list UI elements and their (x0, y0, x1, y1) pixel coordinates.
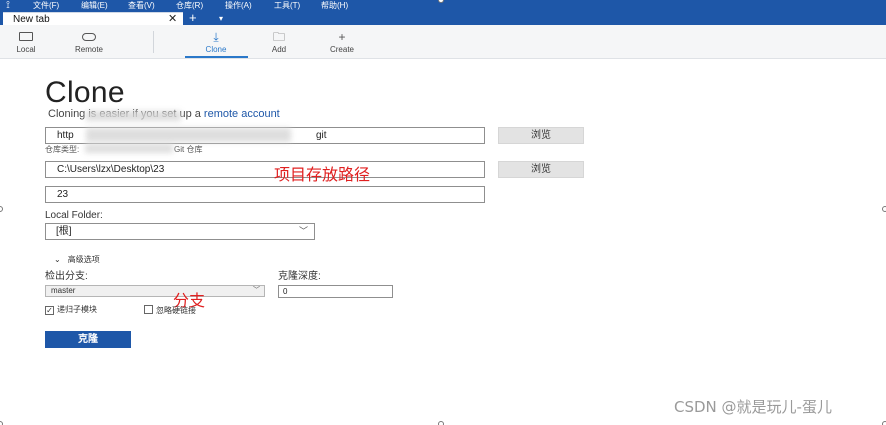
menu-actions[interactable]: 操作(A) (225, 0, 252, 12)
toolbar-create-button[interactable]: + Create (318, 30, 366, 58)
chevron-down-icon: ﹀ (253, 287, 260, 294)
browse-path-button[interactable]: 浏览 (498, 161, 584, 178)
resize-handle-bottom-left[interactable] (0, 421, 3, 425)
cloud-icon (65, 30, 113, 44)
recurse-submodules-label: 递归子模块 (57, 305, 97, 314)
close-icon[interactable]: ✕ (168, 13, 177, 25)
download-icon: ⤓ (213, 30, 219, 44)
skip-hardlinks-label: 忽略硬链接 (156, 306, 196, 315)
watermark: CSDN @就是玩儿-蛋儿 (674, 398, 832, 416)
recurse-submodules-checkbox[interactable]: ✓ 递归子模块 (45, 305, 97, 315)
toolbar-separator (153, 31, 154, 53)
resize-handle-bottom[interactable] (438, 421, 444, 425)
resize-handle-right[interactable] (882, 206, 886, 212)
destination-path-input[interactable]: C:\Users\lzx\Desktop\23 (45, 161, 485, 178)
branch-select[interactable]: master ﹀ (45, 285, 265, 297)
menu-edit[interactable]: 编辑(E) (81, 0, 108, 12)
toolbar-remote-label: Remote (74, 45, 103, 54)
chevron-down-icon[interactable]: ▾ (219, 12, 223, 25)
clone-depth-label: 克隆深度: (278, 271, 321, 282)
path-annotation: 项目存放路径 (274, 165, 371, 184)
advanced-options-toggle[interactable]: ⌄ 高级选项 (54, 255, 100, 265)
toolbar-add-button[interactable]: 🗀 Add (255, 30, 303, 58)
clone-depth-input[interactable]: 0 (278, 285, 393, 298)
tab-new[interactable]: New tab ✕ (3, 12, 183, 25)
advanced-options-label: 高级选项 (67, 255, 100, 264)
checkbox-checked-icon: ✓ (45, 306, 54, 315)
add-tab-icon[interactable]: + (189, 11, 197, 24)
menu-help[interactable]: 帮助(H) (321, 0, 348, 12)
toolbar-local-button[interactable]: Local (2, 30, 50, 58)
redaction-blur (86, 111, 181, 121)
chevron-down-icon: ⌄ (54, 255, 61, 264)
menu-tools[interactable]: 工具(T) (274, 0, 300, 12)
repo-type-label: 仓库类型: (45, 145, 80, 154)
page-title: Clone (45, 76, 125, 109)
plus-icon: + (338, 30, 346, 44)
toolbar-clone-button[interactable]: ⤓ Clone (192, 30, 240, 58)
toolbar (0, 25, 886, 59)
redaction-blur-type (85, 144, 173, 153)
toolbar-local-label: Local (16, 45, 36, 54)
source-url-start: http (57, 130, 74, 141)
resize-handle-bottom-right[interactable] (882, 421, 886, 425)
local-folder-label: Local Folder: (45, 210, 103, 221)
chevron-down-icon: ﹀ (298, 226, 308, 236)
clone-button[interactable]: 克隆 (45, 331, 131, 348)
resize-handle-left[interactable] (0, 206, 3, 212)
browse-url-button[interactable]: 浏览 (498, 127, 584, 144)
toolbar-remote-button[interactable]: Remote (65, 30, 113, 58)
toolbar-add-label: Add (271, 45, 287, 54)
checkbox-unchecked-icon (144, 305, 153, 314)
skip-hardlinks-checkbox[interactable]: 忽略硬链接 (144, 305, 196, 316)
local-folder-select[interactable]: [根] ﹀ (45, 223, 315, 240)
menu-view[interactable]: 查看(V) (128, 0, 155, 12)
source-url-end: git (316, 130, 327, 141)
remote-account-link[interactable]: remote account (204, 108, 280, 120)
toolbar-clone-label: Clone (205, 45, 227, 54)
tab-strip: New tab ✕ + ▾ (0, 11, 886, 25)
monitor-icon (2, 30, 50, 44)
active-tab-indicator (185, 56, 248, 58)
menu-file[interactable]: 文件(F) (33, 0, 59, 12)
repo-type-value: Git 仓库 (174, 145, 203, 154)
repo-name-input[interactable]: 23 (45, 186, 485, 203)
branch-value: master (51, 286, 76, 295)
folder-icon: 🗀 (272, 30, 285, 44)
branch-label: 检出分支: (45, 271, 88, 282)
local-folder-value: [根] (56, 226, 72, 237)
app-logo-icon[interactable]: ⟟ (2, 0, 14, 12)
redaction-blur-url (86, 128, 291, 142)
toolbar-create-label: Create (329, 45, 354, 54)
